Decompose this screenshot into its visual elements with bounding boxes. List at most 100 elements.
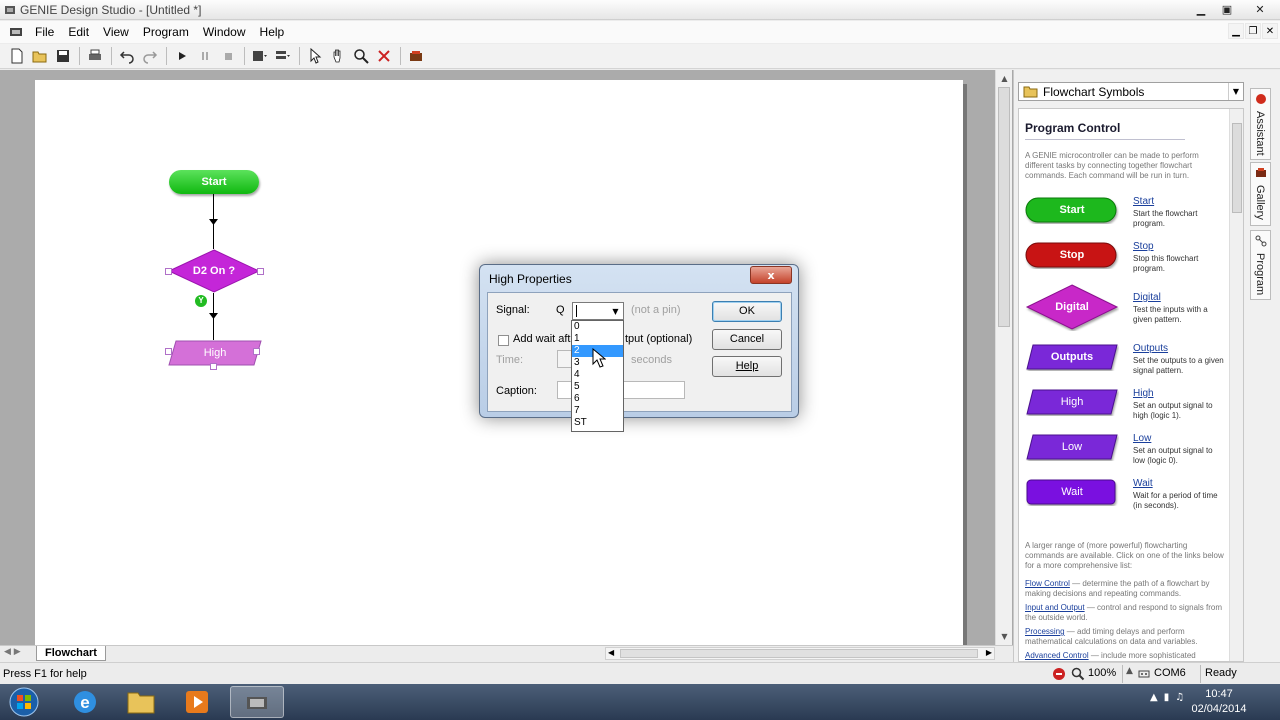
taskbar-explorer[interactable] xyxy=(114,686,168,718)
menu-program[interactable]: Program xyxy=(136,25,196,39)
menu-view[interactable]: View xyxy=(96,25,136,39)
flowchart-decision-node[interactable]: D2 On ? xyxy=(168,249,260,293)
print-icon[interactable] xyxy=(84,45,106,67)
menu-help[interactable]: Help xyxy=(253,25,292,39)
maximize-button[interactable]: ▣ xyxy=(1214,0,1240,18)
minimize-button[interactable]: ▁ xyxy=(1188,0,1214,18)
symbol-wait[interactable]: Wait xyxy=(1025,478,1119,506)
signal-option[interactable]: 5 xyxy=(572,381,623,393)
link-low[interactable]: Low xyxy=(1133,433,1151,444)
tab-nav-icon[interactable]: ◀ ▶ xyxy=(4,647,21,657)
link-advanced-control[interactable]: Advanced Control xyxy=(1025,651,1089,660)
link-processing[interactable]: Processing xyxy=(1025,627,1065,636)
save-icon[interactable] xyxy=(52,45,74,67)
selection-handle[interactable] xyxy=(165,348,172,355)
tab-assistant[interactable]: Assistant xyxy=(1250,88,1271,160)
dialog-close-button[interactable]: x xyxy=(750,266,792,284)
signal-option[interactable]: 7 xyxy=(572,405,623,417)
mdi-restore-button[interactable]: ❐ xyxy=(1245,23,1261,39)
pause-icon[interactable] xyxy=(194,45,216,67)
signal-select[interactable]: ▼ xyxy=(572,302,624,320)
zoom-icon[interactable] xyxy=(350,45,372,67)
tab-program[interactable]: Program xyxy=(1250,230,1271,300)
align-icon[interactable] xyxy=(272,45,294,67)
symbol-high[interactable]: High xyxy=(1025,388,1119,416)
run-icon[interactable] xyxy=(171,45,193,67)
menu-edit[interactable]: Edit xyxy=(61,25,96,39)
taskbar-genie[interactable] xyxy=(230,686,284,718)
tab-gallery[interactable]: Gallery xyxy=(1250,162,1271,226)
vertical-scrollbar[interactable]: ▲ ▼ xyxy=(995,70,1012,645)
symbol-low[interactable]: Low xyxy=(1025,433,1119,461)
help-button[interactable]: Help xyxy=(712,356,782,377)
seconds-label: seconds xyxy=(631,354,672,366)
volume-icon[interactable]: ♫ xyxy=(1175,692,1184,703)
new-icon[interactable] xyxy=(6,45,28,67)
selection-handle[interactable] xyxy=(210,363,217,370)
panel-scrollbar[interactable] xyxy=(1229,109,1243,661)
link-flow-control[interactable]: Flow Control xyxy=(1025,579,1070,588)
clock[interactable]: 10:47 02/04/2014 xyxy=(1184,687,1254,717)
pointer-icon[interactable] xyxy=(304,45,326,67)
zoom-icon[interactable] xyxy=(1071,667,1085,681)
close-button[interactable]: ✕ xyxy=(1240,0,1280,18)
scroll-left-icon[interactable]: ◀ xyxy=(608,648,614,657)
tray-arrow-icon[interactable]: ▲ xyxy=(1150,692,1158,703)
link-outputs[interactable]: Outputs xyxy=(1133,343,1168,354)
scroll-up-icon[interactable]: ▲ xyxy=(996,70,1013,87)
signal-option[interactable]: 4 xyxy=(572,369,623,381)
hand-icon[interactable] xyxy=(327,45,349,67)
signal-option[interactable]: 6 xyxy=(572,393,623,405)
delete-icon[interactable] xyxy=(373,45,395,67)
menu-window[interactable]: Window xyxy=(196,25,253,39)
undo-icon[interactable] xyxy=(116,45,138,67)
link-digital[interactable]: Digital xyxy=(1133,292,1161,303)
app-icon xyxy=(5,6,15,14)
signal-option[interactable]: 0 xyxy=(572,321,623,333)
flowchart-start-node[interactable]: Start xyxy=(169,170,259,194)
port-arrow-icon[interactable]: ▲ xyxy=(1126,666,1133,676)
taskbar: e ▲ ▮ ♫ 10:47 02/04/2014 xyxy=(0,684,1280,720)
symbol-start[interactable]: Start xyxy=(1025,196,1119,224)
redo-icon[interactable] xyxy=(139,45,161,67)
taskbar-ie[interactable]: e xyxy=(58,686,112,718)
network-icon[interactable]: ▮ xyxy=(1164,692,1170,703)
link-input-output[interactable]: Input and Output xyxy=(1025,603,1085,612)
stop-icon[interactable] xyxy=(217,45,239,67)
symbol-outputs[interactable]: Outputs xyxy=(1025,343,1119,371)
port-name[interactable]: COM6 xyxy=(1154,667,1186,679)
chevron-down-icon[interactable]: ▼ xyxy=(1228,83,1243,100)
dialog-title: High Properties xyxy=(489,272,572,286)
link-wait[interactable]: Wait xyxy=(1133,478,1153,489)
menu-file[interactable]: File xyxy=(28,25,61,39)
ok-button[interactable]: OK xyxy=(712,301,782,322)
tab-flowchart[interactable]: Flowchart xyxy=(36,646,106,661)
link-high[interactable]: High xyxy=(1133,388,1154,399)
signal-option[interactable]: 1 xyxy=(572,333,623,345)
status-ready: Ready xyxy=(1205,667,1237,679)
scroll-down-icon[interactable]: ▼ xyxy=(996,628,1013,645)
scroll-right-icon[interactable]: ▶ xyxy=(986,648,992,657)
mdi-minimize-button[interactable]: ▁ xyxy=(1228,23,1244,39)
selection-handle[interactable] xyxy=(253,348,260,355)
horizontal-scrollbar[interactable]: ◀ ▶ xyxy=(605,647,995,660)
symbol-digital[interactable]: Digital xyxy=(1025,283,1119,331)
chevron-down-icon[interactable]: ▼ xyxy=(608,303,623,319)
link-stop[interactable]: Stop xyxy=(1133,241,1154,252)
scroll-thumb[interactable] xyxy=(998,87,1010,327)
zoom-level[interactable]: 100% xyxy=(1088,667,1116,679)
signal-option[interactable]: ST xyxy=(572,417,623,429)
layout-icon[interactable] xyxy=(249,45,271,67)
symbol-stop[interactable]: Stop xyxy=(1025,241,1119,269)
add-wait-checkbox[interactable] xyxy=(498,335,509,346)
symbol-category-select[interactable]: Flowchart Symbols ▼ xyxy=(1018,82,1244,101)
selection-handle[interactable] xyxy=(165,268,172,275)
open-icon[interactable] xyxy=(29,45,51,67)
start-button[interactable] xyxy=(0,686,48,718)
mdi-close-button[interactable]: ✕ xyxy=(1262,23,1278,39)
link-start[interactable]: Start xyxy=(1133,196,1154,207)
cancel-button[interactable]: Cancel xyxy=(712,329,782,350)
selection-handle[interactable] xyxy=(257,268,264,275)
chip-icon[interactable] xyxy=(405,45,427,67)
taskbar-media-player[interactable] xyxy=(170,686,224,718)
